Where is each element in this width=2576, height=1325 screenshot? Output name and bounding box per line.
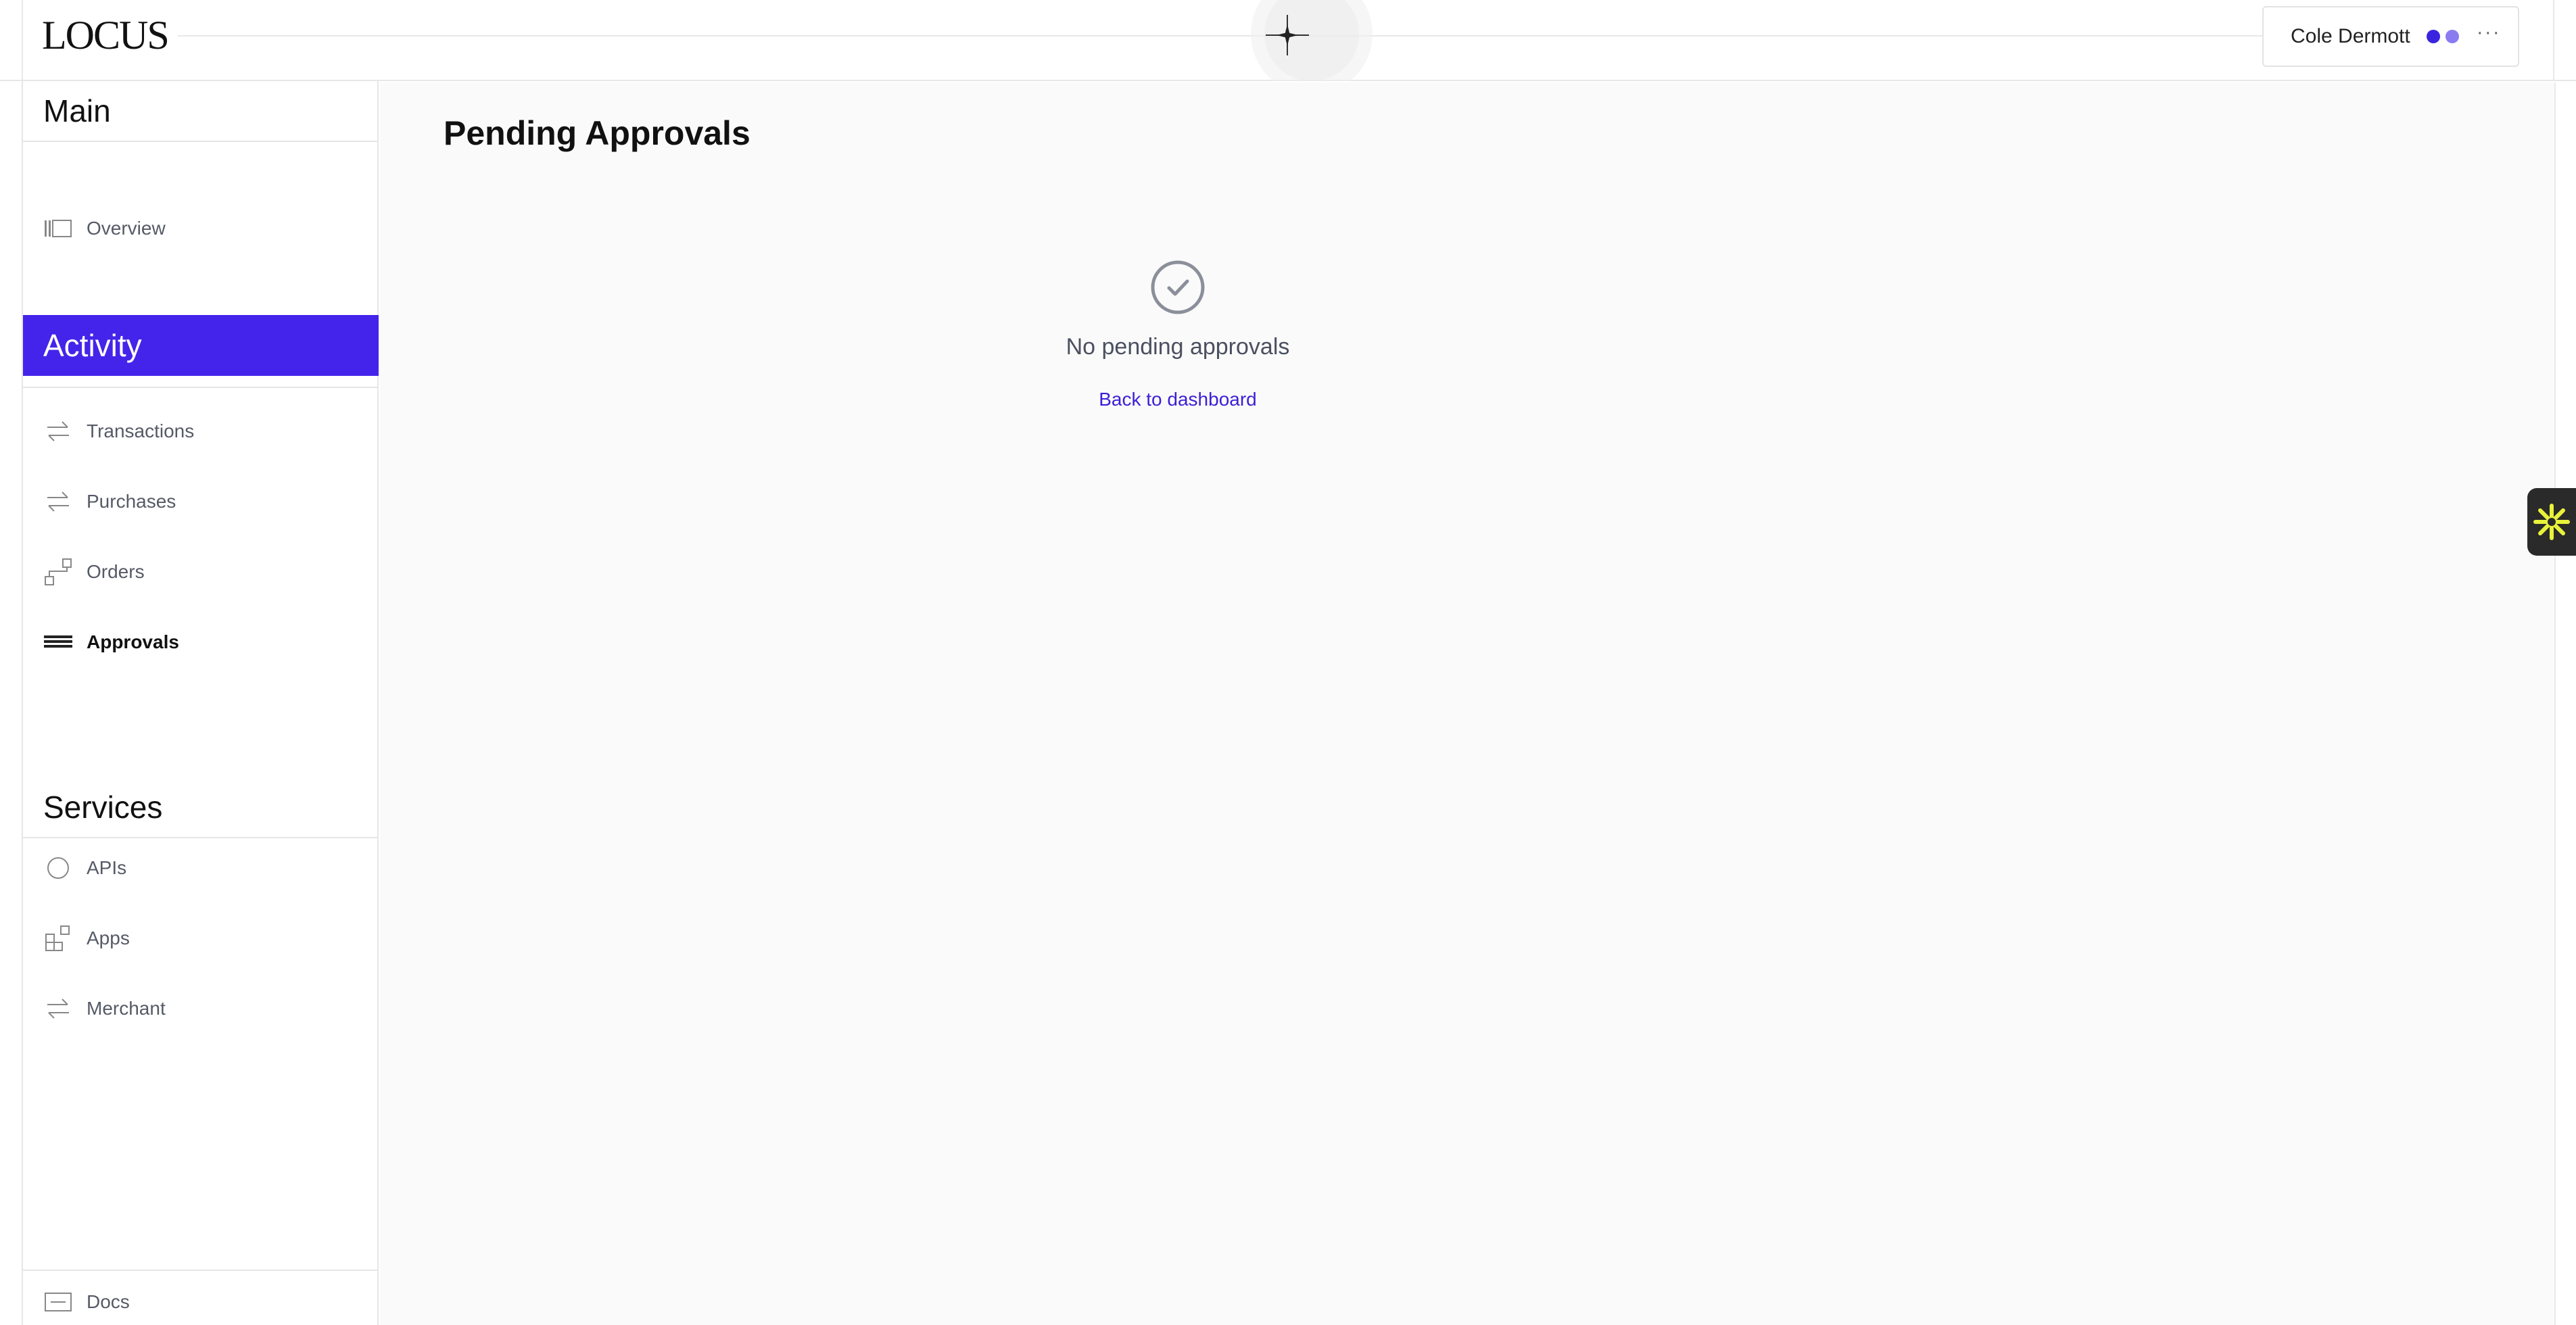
page-title: Pending Approvals bbox=[444, 114, 750, 152]
sidebar-item-apps[interactable]: Apps bbox=[23, 918, 379, 959]
section-title: Activity bbox=[43, 328, 142, 363]
frame-line bbox=[2554, 82, 2556, 1325]
app-root: LOCUS Cole Dermott ··· Main Overview Act… bbox=[0, 0, 2576, 1325]
divider bbox=[23, 387, 379, 388]
main-content: Pending Approvals No pending approvals B… bbox=[380, 82, 2556, 1325]
doc-icon bbox=[43, 1287, 73, 1317]
nodes-icon bbox=[43, 557, 73, 587]
sidebar-item-orders[interactable]: Orders bbox=[23, 552, 379, 592]
section-activity[interactable]: Activity bbox=[23, 315, 379, 376]
stack-lines-icon bbox=[43, 627, 73, 657]
swap-arrows-icon bbox=[43, 994, 73, 1023]
status-dot-secondary bbox=[2445, 30, 2459, 43]
status-dot-primary bbox=[2426, 30, 2440, 43]
check-circle-icon bbox=[1151, 260, 1205, 314]
sidebar-item-label: Apps bbox=[87, 927, 130, 948]
section-title: Main bbox=[43, 93, 111, 128]
sidebar-item-overview[interactable]: Overview bbox=[23, 208, 379, 249]
layout-icon bbox=[43, 214, 73, 243]
app-logo[interactable]: LOCUS bbox=[42, 12, 178, 59]
sidebar-item-label: Orders bbox=[87, 561, 145, 582]
sidebar-item-label: APIs bbox=[87, 857, 127, 878]
sidebar: Main Overview Activity Transactions Purc… bbox=[22, 81, 379, 1325]
empty-state-message: No pending approvals bbox=[1066, 334, 1290, 360]
sidebar-item-apis[interactable]: APIs bbox=[23, 848, 379, 888]
grid-apps-icon bbox=[43, 923, 73, 953]
section-services: Services bbox=[23, 777, 379, 838]
swap-arrows-icon bbox=[43, 416, 73, 446]
assistant-widget-button[interactable] bbox=[2527, 488, 2576, 556]
frame-line bbox=[2553, 0, 2554, 81]
sidebar-item-label: Purchases bbox=[87, 491, 176, 512]
sidebar-item-merchant[interactable]: Merchant bbox=[23, 988, 379, 1029]
circle-icon bbox=[43, 853, 73, 883]
user-menu[interactable]: Cole Dermott ··· bbox=[2262, 6, 2519, 67]
sidebar-item-label: Approvals bbox=[87, 631, 179, 652]
sidebar-item-label: Docs bbox=[87, 1291, 130, 1312]
more-options-icon[interactable]: ··· bbox=[2477, 22, 2501, 51]
divider bbox=[23, 1270, 379, 1271]
status-dots bbox=[2426, 30, 2459, 43]
top-bar: LOCUS Cole Dermott ··· bbox=[0, 0, 2576, 81]
sidebar-item-label: Overview bbox=[87, 218, 166, 239]
sidebar-item-docs[interactable]: Docs bbox=[23, 1282, 379, 1322]
sidebar-item-label: Transactions bbox=[87, 420, 195, 441]
swap-arrows-icon bbox=[43, 487, 73, 516]
section-main: Main bbox=[23, 81, 379, 142]
user-name: Cole Dermott bbox=[2291, 25, 2410, 47]
empty-state: No pending approvals Back to dashboard bbox=[1056, 260, 1299, 410]
sidebar-item-transactions[interactable]: Transactions bbox=[23, 411, 379, 452]
section-title: Services bbox=[43, 790, 163, 825]
sidebar-item-approvals[interactable]: Approvals bbox=[23, 622, 379, 662]
sidebar-item-label: Merchant bbox=[87, 998, 166, 1019]
sidebar-item-purchases[interactable]: Purchases bbox=[23, 481, 379, 522]
back-to-dashboard-link[interactable]: Back to dashboard bbox=[1099, 389, 1257, 410]
asterisk-icon bbox=[2533, 504, 2570, 540]
frame-line bbox=[22, 0, 23, 81]
compass-icon bbox=[1251, 0, 1373, 81]
